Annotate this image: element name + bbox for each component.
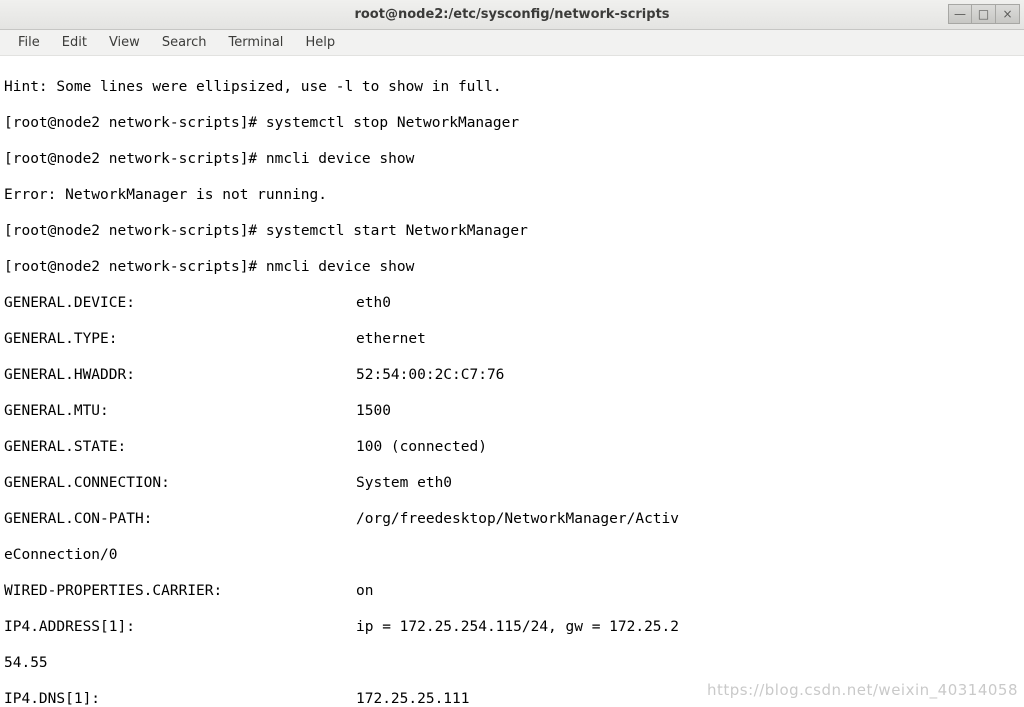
kv-value: /org/freedesktop/NetworkManager/Activ <box>356 511 679 527</box>
terminal-output[interactable]: Hint: Some lines were ellipsized, use -l… <box>0 56 1024 707</box>
kv-value: ethernet <box>356 331 426 347</box>
hint-line: Hint: Some lines were ellipsized, use -l… <box>4 78 1020 96</box>
menu-terminal[interactable]: Terminal <box>218 31 295 54</box>
menubar: File Edit View Search Terminal Help <box>0 30 1024 56</box>
wrap-line: eConnection/0 <box>4 546 1020 564</box>
kv-value: 1500 <box>356 403 391 419</box>
kv-key: GENERAL.MTU: <box>4 402 356 420</box>
minimize-button[interactable]: — <box>948 4 972 24</box>
kv-key: IP4.DNS[1]: <box>4 690 356 707</box>
prompt-line: [root@node2 network-scripts]# systemctl … <box>4 222 1020 240</box>
prompt-line: [root@node2 network-scripts]# nmcli devi… <box>4 150 1020 168</box>
close-button[interactable]: × <box>996 4 1020 24</box>
kv-row: WIRED-PROPERTIES.CARRIER:on <box>4 582 1020 600</box>
kv-value: 100 (connected) <box>356 439 487 455</box>
command: systemctl start NetworkManager <box>266 223 528 239</box>
window-title: root@node2:/etc/sysconfig/network-script… <box>354 7 669 22</box>
kv-key: GENERAL.HWADDR: <box>4 366 356 384</box>
kv-key: WIRED-PROPERTIES.CARRIER: <box>4 582 356 600</box>
kv-row: GENERAL.DEVICE:eth0 <box>4 294 1020 312</box>
kv-value: System eth0 <box>356 475 452 491</box>
kv-row: GENERAL.TYPE:ethernet <box>4 330 1020 348</box>
prompt: [root@node2 network-scripts]# <box>4 223 257 239</box>
kv-key: IP4.ADDRESS[1]: <box>4 618 356 636</box>
command: nmcli device show <box>266 259 414 275</box>
kv-row: GENERAL.STATE:100 (connected) <box>4 438 1020 456</box>
kv-value: eth0 <box>356 295 391 311</box>
menu-file[interactable]: File <box>8 31 52 54</box>
prompt-line: [root@node2 network-scripts]# nmcli devi… <box>4 258 1020 276</box>
command: systemctl stop NetworkManager <box>266 115 519 131</box>
maximize-button[interactable]: □ <box>972 4 996 24</box>
kv-key: GENERAL.TYPE: <box>4 330 356 348</box>
error-line: Error: NetworkManager is not running. <box>4 186 1020 204</box>
wrap-line: 54.55 <box>4 654 1020 672</box>
kv-row: GENERAL.HWADDR:52:54:00:2C:C7:76 <box>4 366 1020 384</box>
kv-row: GENERAL.CONNECTION:System eth0 <box>4 474 1020 492</box>
kv-row: GENERAL.MTU:1500 <box>4 402 1020 420</box>
kv-row: IP4.ADDRESS[1]:ip = 172.25.254.115/24, g… <box>4 618 1020 636</box>
kv-key: GENERAL.STATE: <box>4 438 356 456</box>
kv-key: GENERAL.DEVICE: <box>4 294 356 312</box>
command: nmcli device show <box>266 151 414 167</box>
prompt: [root@node2 network-scripts]# <box>4 151 257 167</box>
window-controls: — □ × <box>948 4 1020 24</box>
prompt: [root@node2 network-scripts]# <box>4 259 257 275</box>
watermark: https://blog.csdn.net/weixin_40314058 <box>707 681 1018 699</box>
prompt-line: [root@node2 network-scripts]# systemctl … <box>4 114 1020 132</box>
menu-help[interactable]: Help <box>295 31 347 54</box>
kv-value: on <box>356 583 373 599</box>
menu-search[interactable]: Search <box>152 31 219 54</box>
kv-row: GENERAL.CON-PATH:/org/freedesktop/Networ… <box>4 510 1020 528</box>
kv-key: GENERAL.CON-PATH: <box>4 510 356 528</box>
menu-edit[interactable]: Edit <box>52 31 99 54</box>
prompt: [root@node2 network-scripts]# <box>4 115 257 131</box>
kv-value: ip = 172.25.254.115/24, gw = 172.25.2 <box>356 619 679 635</box>
kv-value: 52:54:00:2C:C7:76 <box>356 367 504 383</box>
kv-key: GENERAL.CONNECTION: <box>4 474 356 492</box>
menu-view[interactable]: View <box>99 31 152 54</box>
kv-value: 172.25.25.111 <box>356 691 470 707</box>
titlebar: root@node2:/etc/sysconfig/network-script… <box>0 0 1024 30</box>
